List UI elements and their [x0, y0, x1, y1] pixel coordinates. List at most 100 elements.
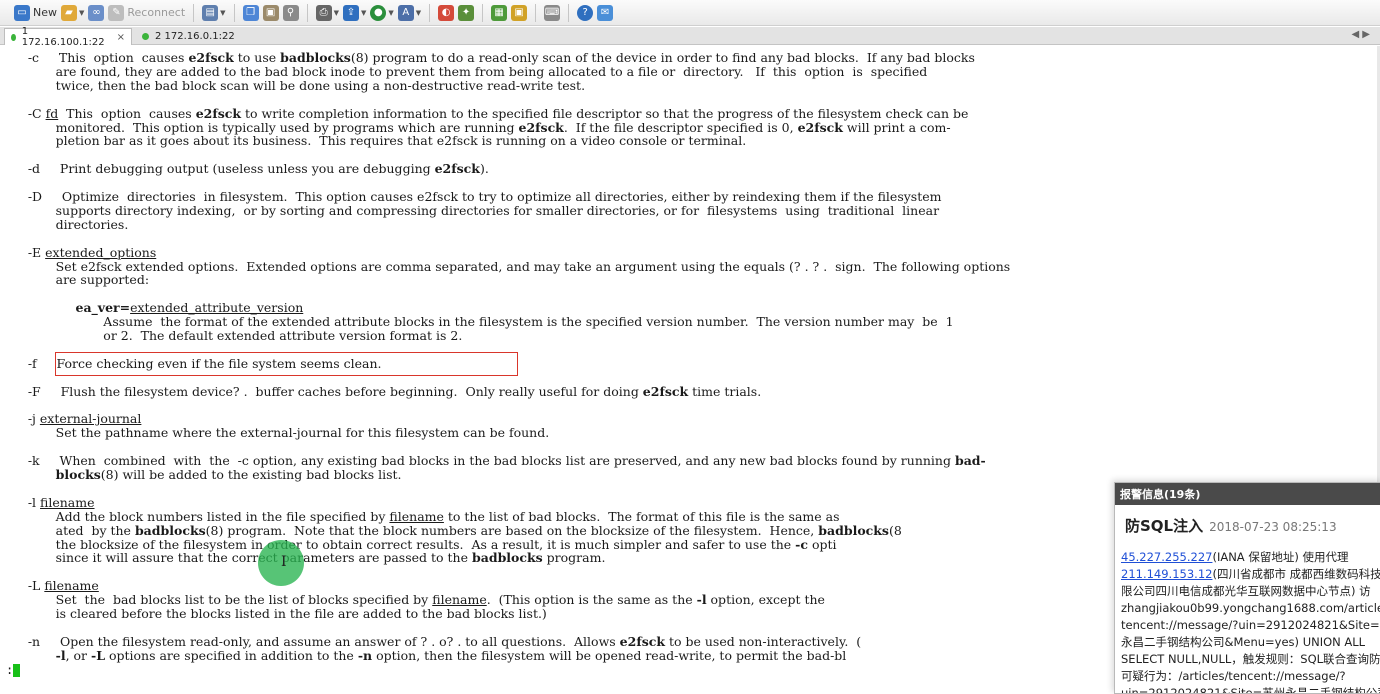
pager-prompt[interactable]: : [6, 663, 21, 677]
ip-link[interactable]: 211.149.153.12 [1121, 567, 1212, 581]
printer-icon: ⎙ [315, 4, 332, 21]
transfer-button[interactable]: ⇪ ▼ [342, 4, 366, 21]
new-button[interactable]: ▭ New [14, 4, 57, 21]
status-dot-icon [11, 33, 16, 41]
alert-line: tencent://message/?uin=2912024821&Site=苏 [1121, 618, 1380, 632]
terminal-cursor [13, 664, 21, 677]
alert-title: 防SQL注入 [1125, 517, 1204, 535]
terminal-line: -n Open the filesystem read-only, and as… [0, 633, 862, 649]
tab-session-2[interactable]: 2 172.16.0.1:22 [136, 28, 246, 45]
properties-button[interactable]: ▤ ▼ [202, 4, 226, 21]
help-button[interactable]: ? [577, 4, 594, 21]
terminal-line: -F Flush the filesystem device? . buffer… [0, 383, 762, 399]
new-session-icon: ▭ [14, 4, 30, 21]
highlight-annotation [55, 352, 518, 376]
layout-button[interactable]: ▦ [491, 4, 508, 21]
terminal-line: -k When combined with the -c option, any… [0, 453, 986, 469]
terminal-line: are supported: [0, 272, 150, 288]
toolbar-divider [193, 3, 195, 22]
tab-session-1[interactable]: 1 172.16.100.1:22 × [4, 26, 132, 48]
terminal-line: monitored. This option is typically used… [0, 119, 951, 135]
terminal-line: ea_ver=extended_attribute_version [75, 300, 304, 316]
properties-icon: ▤ [202, 4, 219, 21]
chat-button[interactable]: ✉ [597, 4, 614, 21]
open-folder-button[interactable]: ▰ ▼ [61, 4, 85, 21]
chevron-down-icon: ▼ [220, 8, 226, 17]
link-button[interactable]: ∞ [88, 4, 105, 21]
toolbar-divider [535, 3, 537, 22]
toolbar-divider [306, 3, 308, 22]
prompt-char: : [6, 663, 14, 677]
chevron-down-icon: ▼ [415, 8, 422, 17]
terminal-line: Assume the format of the extended attrib… [0, 314, 954, 330]
copy-icon: ❐ [242, 4, 259, 21]
chevron-down-icon: ▼ [388, 8, 394, 17]
terminal-line: -j external-journal [0, 411, 142, 427]
toolbar-divider [482, 3, 484, 22]
xftp-button[interactable]: ◐ [438, 4, 455, 21]
terminal-line: Set the bad blocks list to be the list o… [0, 592, 825, 608]
terminal-line: ated by the badblocks(8) program. Note t… [0, 522, 902, 538]
font-button[interactable]: A ▼ [397, 4, 422, 21]
alert-title-row: 防SQL注入 2018-07-23 08:25:13 [1115, 505, 1380, 539]
new-button-label: New [33, 6, 57, 19]
tab-label: 2 172.16.0.1:22 [155, 31, 235, 42]
reconnect-button[interactable]: ✎ Reconnect [108, 4, 186, 21]
terminal-line: -L filename [0, 578, 99, 594]
find-button[interactable]: ⚲ [282, 4, 299, 21]
terminal-line: Set the pathname where the external-jour… [0, 425, 550, 441]
alert-line: 限公司四川电信成都光华互联网数据中心节点) 访 [1121, 584, 1371, 598]
alert-timestamp: 2018-07-23 08:25:13 [1209, 520, 1337, 534]
terminal-line: -c This option causes e2fsck to use badb… [0, 50, 975, 65]
help-icon: ? [577, 4, 594, 21]
terminal-line: -l filename [0, 494, 95, 510]
terminal-line: twice, then the bad block scan will be d… [0, 77, 586, 93]
xftp-icon: ◐ [438, 4, 455, 21]
lock-icon: ▣ [511, 4, 528, 21]
terminal-line: -D Optimize directories in filesystem. T… [0, 189, 942, 204]
transfer-icon: ⇪ [342, 4, 359, 21]
terminal-line: are found, they are added to the bad blo… [0, 63, 928, 79]
terminal-line: Set e2fsck extended options. Extended op… [0, 258, 1011, 274]
paste-icon: ▣ [262, 4, 279, 21]
terminal-line: -l, or -L options are specified in addit… [55, 647, 847, 663]
font-icon: A [397, 4, 414, 21]
toolbar-divider [429, 3, 431, 22]
chevron-down-icon: ▼ [79, 8, 85, 17]
paste-button[interactable]: ▣ [262, 4, 279, 21]
alert-line: 45.227.255.227(IANA 保留地址) 使用代理 [1121, 549, 1380, 566]
toolbar-divider [568, 3, 570, 22]
alert-body: 45.227.255.227(IANA 保留地址) 使用代理 211.149.1… [1115, 539, 1380, 693]
lock-button[interactable]: ▣ [511, 4, 528, 21]
reconnect-button-label: Reconnect [127, 6, 186, 19]
xmanager-icon: ✦ [458, 4, 475, 21]
alert-line: 永昌二手钢结构公司&Menu=yes) UNION ALL [1121, 635, 1366, 649]
alert-popup[interactable]: 报警信息(19条) 防SQL注入 2018-07-23 08:25:13 45.… [1114, 482, 1380, 694]
terminal-line: pletion bar as it goes about its busines… [0, 133, 747, 149]
tab-label: 1 172.16.100.1:22 [21, 26, 105, 48]
ip-note: (IANA 保留地址) 使用代理 [1212, 550, 1349, 564]
keyboard-icon: ⌨ [544, 4, 561, 21]
session-tab-bar: 1 172.16.100.1:22 × 2 172.16.0.1:22 ◀ ▶ [0, 26, 1380, 48]
ibeam-cursor-icon: I [281, 554, 287, 570]
tab-scroll-arrows[interactable]: ◀ ▶ [1351, 29, 1370, 40]
chevron-down-icon: ▼ [333, 8, 339, 17]
alert-line: 可疑行为：/articles/tencent://message/? [1121, 669, 1346, 683]
terminal-line: or 2. The default extended attribute ver… [0, 328, 463, 343]
alert-line: 211.149.153.12(四川省成都市 成都西维数码科技 [1121, 566, 1380, 583]
terminal-line: is cleared before the blocks listed in t… [0, 606, 547, 621]
terminal-line: -C fd This option causes e2fsck to write… [0, 105, 969, 121]
print-button[interactable]: ⎙ ▼ [315, 4, 339, 21]
toolbar: ▭ New ▰ ▼ ∞ ✎ Reconnect ▤ ▼ ❐ ▣ ⚲ ⎙ ▼ ⇪ ▼ ● ▼… [0, 0, 1380, 26]
terminal-line: directories. [0, 216, 129, 232]
globe-button[interactable]: ● ▼ [370, 4, 394, 21]
keyboard-button[interactable]: ⌨ [544, 4, 561, 21]
ip-link[interactable]: 45.227.255.227 [1121, 550, 1212, 564]
copy-button[interactable]: ❐ [242, 4, 259, 21]
alert-popup-header: 报警信息(19条) [1115, 483, 1380, 505]
xmanager-button[interactable]: ✦ [458, 4, 475, 21]
terminal-line: -E extended_options [0, 244, 157, 260]
terminal-line: Add the block numbers listed in the file… [0, 508, 840, 524]
close-icon[interactable]: × [117, 32, 125, 43]
reconnect-icon: ✎ [108, 4, 125, 21]
